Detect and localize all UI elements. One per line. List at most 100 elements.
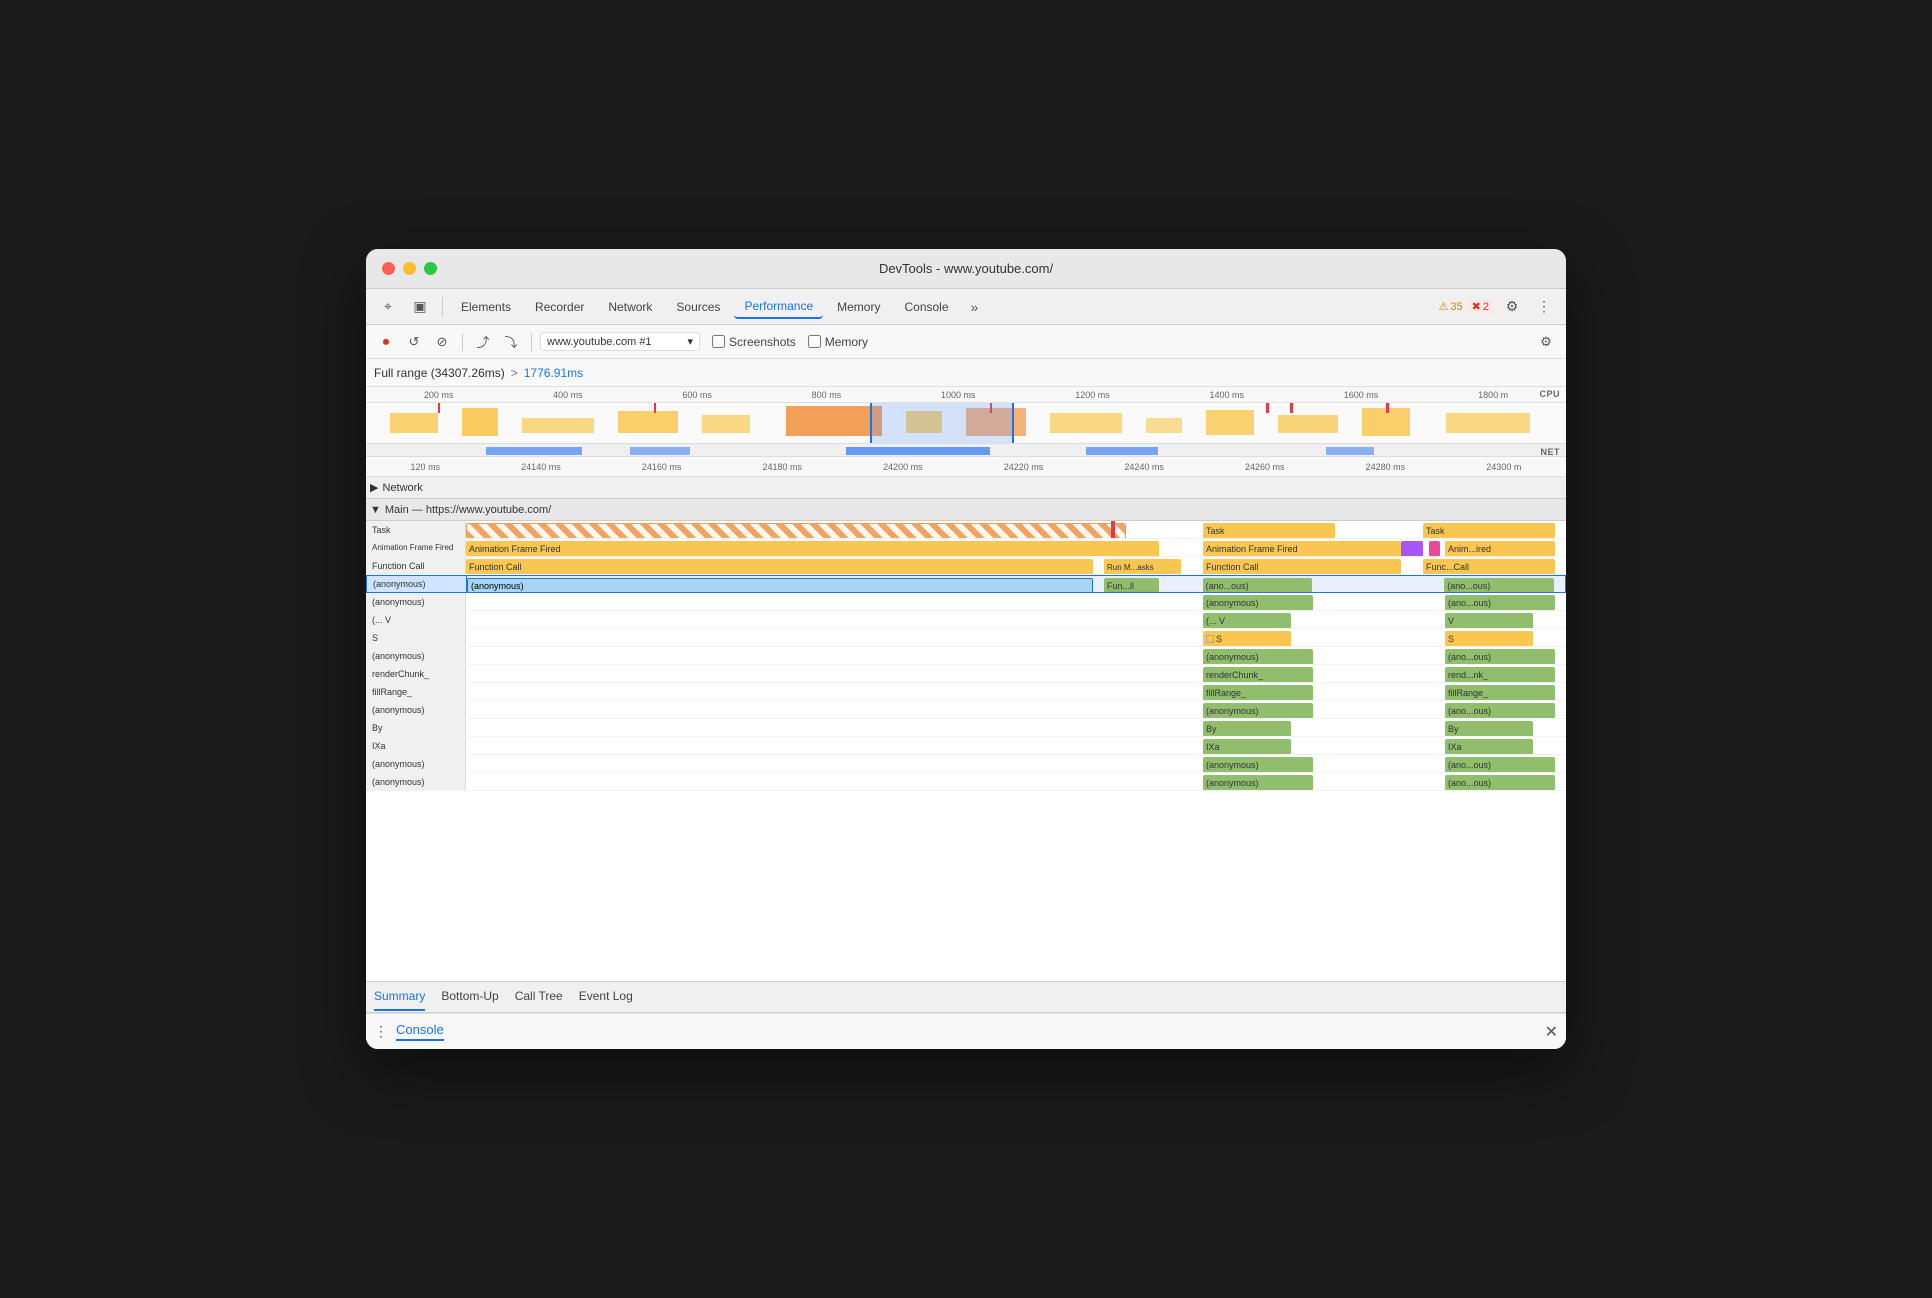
tab-elements[interactable]: Elements: [451, 296, 521, 318]
v-track[interactable]: (... V V: [466, 611, 1566, 628]
s-track[interactable]: S S: [466, 629, 1566, 646]
tab-memory[interactable]: Memory: [827, 296, 890, 318]
url-selector[interactable]: www.youtube.com #1 ▾: [540, 332, 700, 351]
ixa-block-0[interactable]: IXa: [1203, 739, 1291, 754]
by-track[interactable]: By By: [466, 719, 1566, 736]
anon0-block-selected[interactable]: (anonymous): [467, 578, 1093, 592]
func-track[interactable]: Function Call Run M...asks Function Call…: [466, 557, 1566, 574]
task-block-striped[interactable]: [466, 523, 1126, 538]
main-collapse-icon[interactable]: ▼: [370, 504, 381, 516]
close-button[interactable]: [382, 262, 395, 275]
detail-mark-3: 24180 ms: [762, 462, 802, 472]
tab-performance[interactable]: Performance: [734, 295, 823, 319]
network-collapse-icon[interactable]: ▶: [370, 481, 378, 494]
memory-checkbox-label[interactable]: Memory: [808, 335, 868, 349]
titlebar: DevTools - www.youtube.com/: [366, 249, 1566, 289]
record-button[interactable]: ⏺: [374, 330, 398, 354]
main-section-label: Main — https://www.youtube.com/: [385, 504, 551, 516]
console-tab-label[interactable]: Console: [396, 1022, 444, 1041]
func-block-1[interactable]: Function Call: [1203, 559, 1401, 574]
fillrange-track[interactable]: fillRange_ fillRange_: [466, 683, 1566, 700]
download-button[interactable]: ⤵: [499, 330, 523, 354]
renderchunk-block-1[interactable]: rend...nk_: [1445, 667, 1555, 682]
console-close-button[interactable]: ✕: [1545, 1022, 1558, 1042]
task-track[interactable]: Task Task: [466, 521, 1566, 538]
tab-bottom-up[interactable]: Bottom-Up: [441, 983, 498, 1011]
flame-chart[interactable]: Task Task Task Animation Frame Fired Ani: [366, 521, 1566, 981]
func-block-2[interactable]: Func...Call: [1423, 559, 1555, 574]
by-block-1[interactable]: By: [1445, 721, 1533, 736]
url-dropdown-icon[interactable]: ▾: [687, 335, 693, 348]
perf-overview[interactable]: 200 ms 400 ms 600 ms 800 ms 1000 ms 1200…: [366, 387, 1566, 457]
tab-network[interactable]: Network: [598, 296, 662, 318]
network-section-header[interactable]: ▶ Network: [366, 477, 1566, 499]
cursor-icon[interactable]: ⌖: [374, 293, 402, 321]
renderchunk-block-0[interactable]: renderChunk_: [1203, 667, 1313, 682]
anon4-block-0[interactable]: (anonymous): [1203, 757, 1313, 772]
memory-checkbox[interactable]: [808, 335, 821, 348]
reload-button[interactable]: ↺: [402, 330, 426, 354]
anim-block-2[interactable]: Anim...ired: [1445, 541, 1555, 556]
upload-button[interactable]: ⤴: [471, 330, 495, 354]
cpu-chart[interactable]: [366, 403, 1566, 443]
anim-purple-1[interactable]: [1401, 541, 1423, 556]
ixa-track[interactable]: IXa IXa: [466, 737, 1566, 754]
anon2-block-0[interactable]: (anonymous): [1203, 649, 1313, 664]
device-icon[interactable]: ▣: [406, 293, 434, 321]
anim-block-0[interactable]: Animation Frame Fired: [466, 541, 1159, 556]
anon1-track[interactable]: (anonymous) (ano...ous): [466, 593, 1566, 610]
anon5-track[interactable]: (anonymous) (ano...ous): [466, 773, 1566, 790]
maximize-button[interactable]: [424, 262, 437, 275]
tab-console[interactable]: Console: [894, 296, 958, 318]
v-block-0[interactable]: (... V: [1203, 613, 1291, 628]
anon1-block-1[interactable]: (ano...ous): [1445, 595, 1555, 610]
anon3-track[interactable]: (anonymous) (ano...ous): [466, 701, 1566, 718]
by-block-0[interactable]: By: [1203, 721, 1291, 736]
selection-indicator[interactable]: [870, 403, 1014, 443]
settings-icon[interactable]: ⚙: [1498, 293, 1526, 321]
anon4-track[interactable]: (anonymous) (ano...ous): [466, 755, 1566, 772]
anon0-track[interactable]: (anonymous) Fun...ll 10343 hidden (ano..…: [467, 576, 1565, 592]
anon0-block-1[interactable]: (ano...ous): [1203, 578, 1313, 592]
tab-call-tree[interactable]: Call Tree: [515, 983, 563, 1011]
anon2-track[interactable]: (anonymous) (ano...ous): [466, 647, 1566, 664]
screenshots-checkbox[interactable]: [712, 335, 725, 348]
task-block-1[interactable]: Task: [1203, 523, 1335, 538]
func-block-0[interactable]: Function Call: [466, 559, 1093, 574]
more-tabs-button[interactable]: »: [965, 295, 985, 319]
fillrange-block-1[interactable]: fillRange_: [1445, 685, 1555, 700]
anon3-block-1[interactable]: (ano...ous): [1445, 703, 1555, 718]
anon1-block-0[interactable]: (anonymous): [1203, 595, 1313, 610]
capture-settings-icon[interactable]: ⚙: [1534, 330, 1558, 354]
minimize-button[interactable]: [403, 262, 416, 275]
tab-summary[interactable]: Summary: [374, 983, 425, 1011]
tab-sources[interactable]: Sources: [666, 296, 730, 318]
anon5-block-1[interactable]: (ano...ous): [1445, 775, 1555, 790]
anim-track[interactable]: Animation Frame Fired Animation Frame Fi…: [466, 539, 1566, 556]
anon0-block-fun[interactable]: Fun...ll: [1104, 578, 1159, 592]
v-block-1[interactable]: V: [1445, 613, 1533, 628]
anon5-block-0[interactable]: (anonymous): [1203, 775, 1313, 790]
screenshots-checkbox-label[interactable]: Screenshots: [712, 335, 796, 349]
anon0-block-2[interactable]: (ano...ous): [1444, 578, 1554, 592]
ixa-block-1[interactable]: IXa: [1445, 739, 1533, 754]
tab-event-log[interactable]: Event Log: [579, 983, 633, 1011]
anim-block-1[interactable]: Animation Frame Fired: [1203, 541, 1401, 556]
anon4-block-1[interactable]: (ano...ous): [1445, 757, 1555, 772]
renderchunk-track[interactable]: renderChunk_ rend...nk_: [466, 665, 1566, 682]
s-block-1[interactable]: S: [1445, 631, 1533, 646]
fillrange-block-0[interactable]: fillRange_: [1203, 685, 1313, 700]
more-options-icon[interactable]: ⋮: [1530, 293, 1558, 321]
window-controls[interactable]: [382, 262, 437, 275]
anon2-block-1[interactable]: (ano...ous): [1445, 649, 1555, 664]
task-block-2[interactable]: Task: [1423, 523, 1555, 538]
s-block-0[interactable]: S: [1203, 631, 1291, 646]
net-row: NET: [366, 443, 1566, 457]
anim-pink-1[interactable]: [1429, 541, 1440, 556]
clear-button[interactable]: ⊘: [430, 330, 454, 354]
full-range-label[interactable]: Full range (34307.26ms): [374, 366, 505, 380]
tab-recorder[interactable]: Recorder: [525, 296, 594, 318]
console-options-icon[interactable]: ⋮: [374, 1023, 388, 1040]
func-block-runm[interactable]: Run M...asks: [1104, 559, 1181, 574]
anon3-block-0[interactable]: (anonymous): [1203, 703, 1313, 718]
